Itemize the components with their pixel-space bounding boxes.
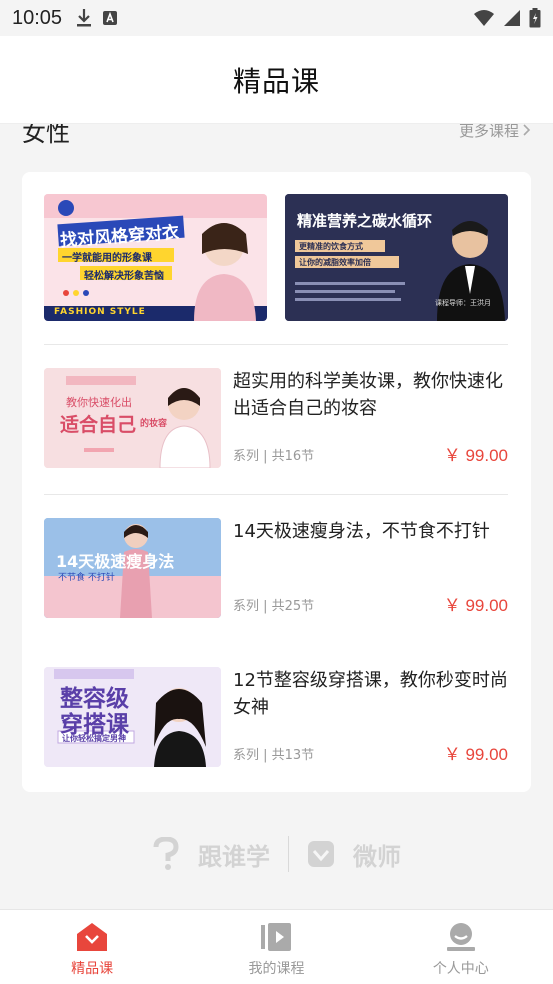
course-thumbnail: 14天极速瘦身法 不节食 不打针 — [44, 518, 221, 618]
tab-profile[interactable]: 个人中心 — [369, 910, 553, 984]
course1-thumb-text1: 教你快速化出 — [66, 396, 132, 409]
banner2-title: 精准营养之碳水循环 — [297, 212, 433, 230]
course-title: 超实用的科学美妆课，教你快速化出适合自己的妆容 — [233, 371, 503, 419]
banner-carb-cycle[interactable]: 精准营养之碳水循环 更精准的饮食方式 让你的减脂效率加倍 课程导师：王洪月 — [285, 194, 508, 321]
banner2-subtitle2: 让你的减脂效率加倍 — [299, 258, 371, 267]
signal-icon — [504, 10, 520, 26]
course-thumbnail: 整容级 穿搭课 让你轻松搞定男神 — [44, 667, 221, 767]
course-item[interactable]: 14天极速瘦身法 不节食 不打针 14天极速瘦身法，不节食不打针 系列 | 共2… — [44, 518, 508, 618]
banner-row: 找对风格穿对衣 一学就能用的形象课 轻松解决形象苦恼 FASHION STYLE… — [44, 194, 508, 321]
course1-thumb-text3: 的妆容 — [140, 419, 168, 429]
logo-separator — [288, 836, 289, 872]
course-meta: 系列 | 共16节 — [233, 449, 315, 464]
logo-genshui: 跟谁学 — [198, 842, 270, 871]
course-title: 14天极速瘦身法，不节食不打针 — [233, 521, 490, 542]
course-meta: 系列 | 共25节 — [233, 599, 315, 614]
tab-label: 精品课 — [71, 961, 114, 977]
course-item[interactable]: 整容级 穿搭课 让你轻松搞定男神 12节整容级穿搭课，教你秒变时尚女神 系列 |… — [44, 667, 508, 767]
course-price: ￥ 99.00 — [443, 745, 508, 764]
course-price: ￥ 99.00 — [443, 596, 508, 615]
tab-label: 个人中心 — [432, 961, 489, 977]
home-icon — [77, 923, 108, 951]
course2-thumb-text1: 14天极速瘦身法 — [56, 552, 175, 571]
course-price: ￥ 99.00 — [443, 446, 508, 465]
app-header: 精品课 — [0, 36, 553, 124]
bottom-tab-bar: 精品课 我的课程 个人中心 — [0, 909, 553, 984]
chevron-right-icon — [523, 124, 531, 136]
weishi-logo-icon — [308, 841, 334, 867]
course1-thumb-text2: 适合自己 — [60, 414, 137, 436]
logo-weishi: 微师 — [353, 842, 401, 871]
download-icon — [77, 9, 92, 27]
course2-thumb-text2: 不节食 不打针 — [58, 573, 115, 583]
tab-featured-courses[interactable]: 精品课 — [0, 910, 184, 984]
tab-my-courses[interactable]: 我的课程 — [184, 910, 368, 984]
footer-logos: 跟谁学 微师 — [0, 836, 553, 872]
course-card: 找对风格穿对衣 一学就能用的形象课 轻松解决形象苦恼 FASHION STYLE… — [22, 172, 531, 792]
divider — [44, 494, 508, 495]
banner2-subtitle: 更精准的饮食方式 — [299, 242, 363, 251]
course-info: 12节整容级穿搭课，教你秒变时尚女神 系列 | 共13节 ￥ 99.00 — [233, 667, 508, 767]
status-time: 10:05 — [12, 6, 63, 29]
course-thumbnail: 教你快速化出 适合自己 的妆容 — [44, 368, 221, 468]
wifi-icon — [474, 10, 494, 26]
course-info: 14天极速瘦身法，不节食不打针 系列 | 共25节 ￥ 99.00 — [233, 518, 508, 618]
course-meta: 系列 | 共13节 — [233, 748, 315, 763]
divider — [44, 344, 508, 345]
battery-icon — [529, 8, 541, 28]
course-info: 超实用的科学美妆课，教你快速化出适合自己的妆容 系列 | 共16节 ￥ 99.0… — [233, 368, 508, 468]
banner1-subtitle: 一学就能用的形象课 — [62, 253, 152, 264]
course-item[interactable]: 教你快速化出 适合自己 的妆容 超实用的科学美妆课，教你快速化出适合自己的妆容 … — [44, 368, 508, 468]
page-title: 精品课 — [232, 64, 320, 98]
course3-thumb-text3: 让你轻松搞定男神 — [62, 734, 126, 743]
banner-fashion-style[interactable]: 找对风格穿对衣 一学就能用的形象课 轻松解决形象苦恼 FASHION STYLE — [44, 194, 267, 321]
user-icon — [446, 923, 475, 951]
question-logo-icon — [153, 837, 179, 870]
banner2-tag: 课程导师：王洪月 — [435, 299, 491, 307]
course-title: 12节整容级穿搭课，教你秒变时尚女神 — [233, 670, 508, 718]
banner1-tag: FASHION STYLE — [54, 307, 146, 317]
banner1-subtitle2: 轻松解决形象苦恼 — [84, 271, 164, 282]
status-bar: 10:05 — [0, 0, 553, 36]
tab-label: 我的课程 — [248, 961, 305, 977]
keyboard-a-icon — [103, 11, 118, 25]
play-icon — [261, 923, 292, 951]
